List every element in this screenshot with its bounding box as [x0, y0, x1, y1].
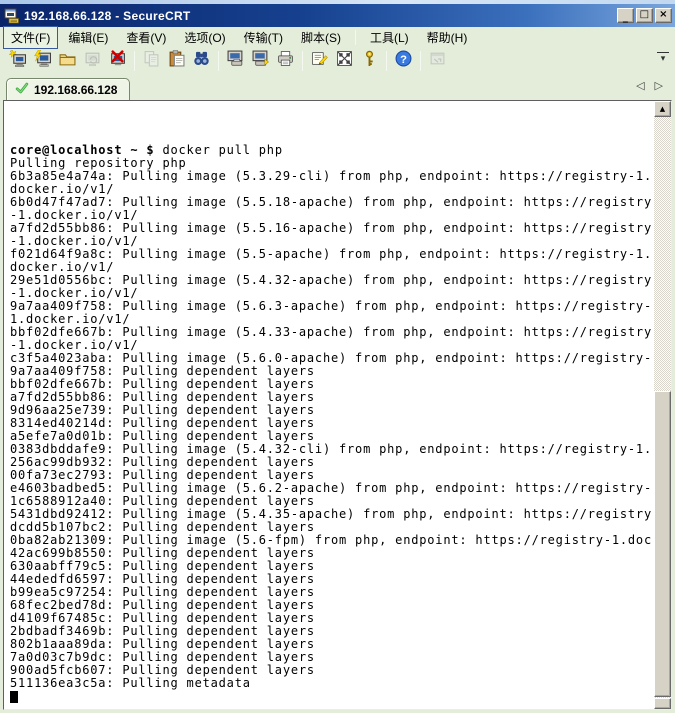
toolbar-separator [420, 51, 421, 71]
menu-item-view[interactable]: 查看(V) [118, 26, 174, 49]
key-generator-button[interactable] [357, 50, 382, 73]
menu-item-script[interactable]: 脚本(S) [293, 26, 349, 49]
terminal-text[interactable]: core@localhost ~ $ docker pull phpPullin… [4, 101, 654, 709]
connect-icon [34, 50, 51, 72]
close-button[interactable]: × [655, 8, 672, 23]
paste-icon [168, 50, 185, 72]
find-icon [193, 50, 210, 72]
connect-in-tab-button[interactable] [55, 50, 80, 73]
reconnect-button [80, 50, 105, 73]
paste-button[interactable] [164, 50, 189, 73]
menu-item-edit[interactable]: 编辑(E) [60, 26, 116, 49]
window-title: 192.168.66.128 - SecureCRT [24, 9, 617, 23]
help-button[interactable]: ? [391, 50, 416, 73]
toolbar-separator [386, 51, 387, 71]
menu-separator [355, 30, 356, 45]
connect-button[interactable] [30, 50, 55, 73]
maximize-button[interactable]: □ [636, 8, 653, 23]
auto-print-button[interactable] [248, 50, 273, 73]
terminal-area[interactable]: core@localhost ~ $ docker pull phpPullin… [3, 100, 672, 710]
window-controls: _□× [617, 8, 672, 23]
terminal-scrollbar[interactable]: ▲ [654, 101, 671, 709]
print-screen-icon [227, 50, 244, 72]
connected-check-icon [15, 81, 29, 98]
securecrt-app-icon [4, 8, 20, 24]
global-options-icon [336, 50, 353, 72]
toolbar-separator [218, 51, 219, 71]
menu-item-help[interactable]: 帮助(H) [419, 26, 476, 49]
menu-item-tools[interactable]: 工具(L) [362, 26, 417, 49]
menu-item-file[interactable]: 文件(F) [3, 26, 58, 49]
session-manager-icon [429, 50, 446, 72]
scrollbar-thumb[interactable] [654, 391, 671, 697]
minimize-button[interactable]: _ [617, 8, 634, 23]
securecrt-window: 192.168.66.128 - SecureCRT _□× 文件(F)编辑(E… [0, 0, 675, 713]
quick-connect-button[interactable] [5, 50, 30, 73]
session-manager-button [425, 50, 450, 73]
toolbar-separator [302, 51, 303, 71]
terminal-line [10, 105, 654, 118]
scrollbar-up-button[interactable]: ▲ [654, 101, 671, 117]
find-button[interactable] [189, 50, 214, 73]
menu-item-transfer[interactable]: 传输(T) [236, 26, 291, 49]
toolbar-separator [134, 51, 135, 71]
disconnect-button[interactable] [105, 50, 130, 73]
tab-scroll-left-button[interactable]: ◁ [636, 79, 644, 92]
session-options-icon [311, 50, 328, 72]
reconnect-icon [84, 50, 101, 72]
svg-text:?: ? [400, 54, 407, 66]
tab-scroll-right-button[interactable]: ▷ [655, 79, 663, 92]
terminal-cursor-line [10, 690, 654, 703]
session-tab[interactable]: 192.168.66.128 [6, 78, 130, 100]
menu-bar: 文件(F)编辑(E)查看(V)选项(O)传输(T)脚本(S) 工具(L)帮助(H) [0, 27, 675, 48]
toolbar-overflow-button[interactable]: ▾ [657, 52, 669, 62]
session-options-button[interactable] [307, 50, 332, 73]
key-generator-icon [361, 50, 378, 72]
tab-bar: 192.168.66.128 ◁ ▷ [0, 74, 675, 100]
toolbar: ? ▾ [0, 48, 675, 74]
chevron-down-icon: ▾ [661, 53, 666, 63]
auto-print-icon [252, 50, 269, 72]
copy-icon [143, 50, 160, 72]
scrollbar-down-button[interactable] [654, 698, 671, 709]
terminal-line: 511136ea3c5a: Pulling metadata [10, 677, 654, 690]
quick-connect-icon [9, 50, 26, 72]
global-options-button[interactable] [332, 50, 357, 73]
terminal-cursor [10, 691, 18, 703]
session-tab-label: 192.168.66.128 [34, 83, 117, 97]
help-icon: ? [395, 50, 412, 72]
connect-in-tab-icon [59, 50, 76, 72]
tab-scroll-arrows: ◁ ▷ [636, 79, 663, 92]
print-screen-button[interactable] [223, 50, 248, 73]
menu-item-options[interactable]: 选项(O) [176, 26, 233, 49]
title-bar[interactable]: 192.168.66.128 - SecureCRT _□× [0, 4, 675, 27]
terminal-line [10, 118, 654, 131]
copy-button [139, 50, 164, 73]
print-icon [277, 50, 294, 72]
disconnect-icon [109, 50, 126, 72]
print-button[interactable] [273, 50, 298, 73]
